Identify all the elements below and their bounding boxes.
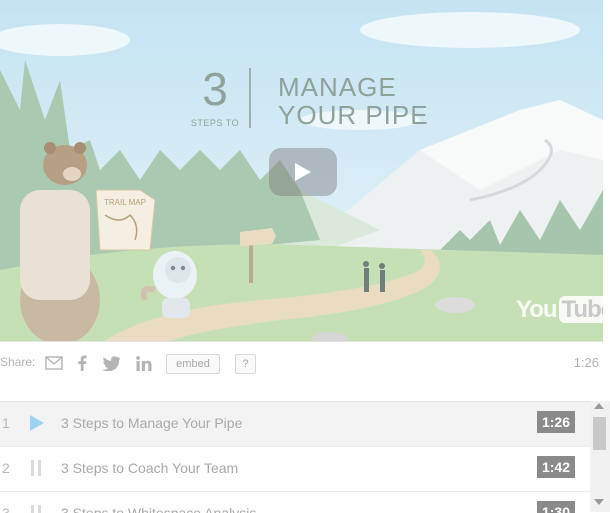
video-player[interactable]: TRAIL MAP 3 STEPS TO MANAGE YOUR PIPE Yo… [0,0,603,342]
youtube-logo[interactable]: YouTube [516,296,603,324]
title-line-2: YOUR PIPE [278,100,429,130]
playlist-item-duration: 1:26 [537,411,575,433]
svg-text:TRAIL MAP: TRAIL MAP [104,198,146,207]
playlist-item-title: 3 Steps to Coach Your Team [61,460,239,476]
play-button[interactable] [269,148,337,196]
help-button[interactable]: ? [235,354,256,374]
scroll-thumb[interactable] [593,417,606,450]
playlist-item[interactable]: 1 3 Steps to Manage Your Pipe 1:26 [0,402,590,447]
youtube-logo-tube: Tube [558,296,603,323]
title-steps-to: STEPS TO [190,118,240,128]
playlist-item-index: 1 [2,415,10,431]
playlist-item[interactable]: 2 3 Steps to Coach Your Team 1:42 [0,447,590,492]
linkedin-icon[interactable] [134,353,154,373]
youtube-logo-you: You [516,296,558,323]
facebook-icon[interactable] [75,353,89,373]
playlist: 1 3 Steps to Manage Your Pipe 1:26 2 3 S… [0,401,590,513]
scroll-down-arrow-icon[interactable] [594,499,604,505]
play-icon [295,163,311,181]
title-number: 3 [202,63,228,115]
pause-icon [31,460,41,476]
playlist-item-title: 3 Steps to Manage Your Pipe [61,415,243,431]
playlist-item-index: 2 [2,460,10,476]
video-title-overlay: 3 STEPS TO MANAGE YOUR PIPE [190,66,430,130]
scroll-up-arrow-icon[interactable] [594,403,604,409]
twitter-icon[interactable] [101,353,121,373]
playlist-item[interactable]: 3 3 Steps to Whitespace Analysis 1:30 [0,492,590,513]
video-duration: 1:26 [573,355,599,370]
playlist-item-duration: 1:30 [537,501,575,513]
share-bar: Share: embed ? 1:26 [0,341,610,385]
title-divider [249,68,251,128]
playlist-scrollbar[interactable] [590,401,610,512]
email-icon[interactable] [44,353,64,373]
playlist-item-duration: 1:42 [537,456,575,478]
share-label: Share: [0,355,36,369]
playing-icon [30,415,44,431]
title-line-1: MANAGE [278,72,397,102]
embed-button[interactable]: embed [166,354,220,374]
